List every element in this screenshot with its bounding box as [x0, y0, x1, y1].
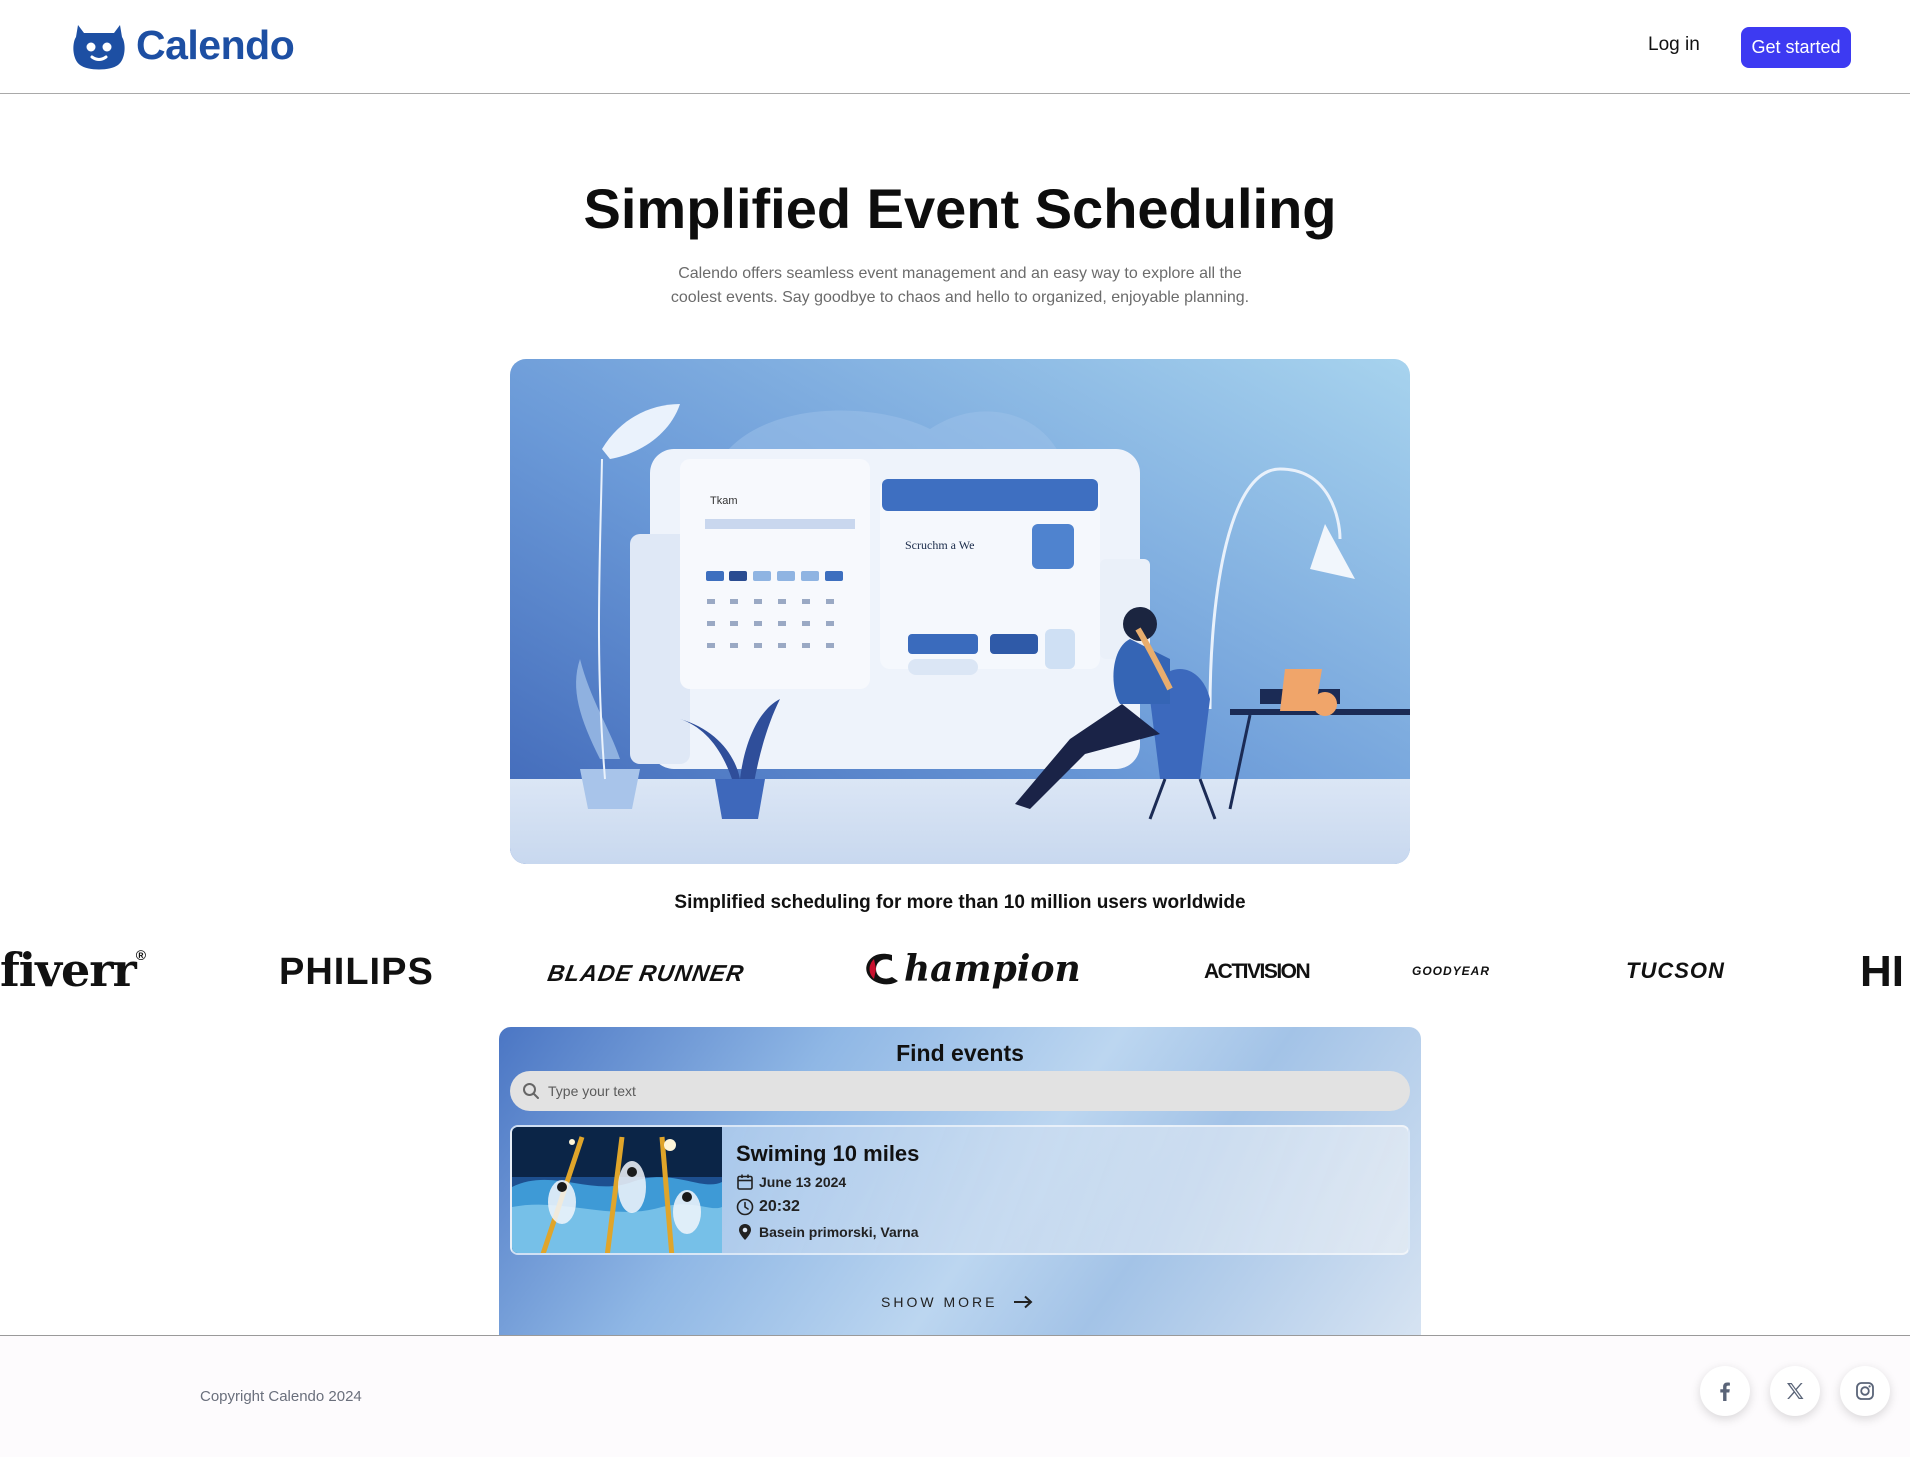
event-thumbnail	[512, 1127, 722, 1253]
champion-c-logo-icon	[866, 953, 898, 985]
copyright-text: Copyright Calendo 2024	[200, 1388, 362, 1405]
brand-champion-text: hampion	[904, 948, 1081, 990]
brand-logo-partial: HI	[1860, 947, 1904, 996]
brand-logo-goodyear: GOODYEAR	[1412, 964, 1491, 978]
hero-subtitle: Calendo offers seamless event management…	[670, 265, 1250, 306]
event-search-input[interactable]	[548, 1083, 1368, 1099]
brand-logo-fiverr: fiverr®	[0, 943, 146, 997]
event-date-row: June 13 2024	[736, 1173, 846, 1191]
illustration-label-left: Tkam	[710, 495, 738, 507]
search-icon	[523, 1083, 539, 1099]
logo-mascot-icon	[73, 25, 125, 70]
brand-logo-philips: PHILIPS	[279, 951, 434, 993]
calendar-icon	[737, 1174, 753, 1190]
x-twitter-link[interactable]	[1770, 1366, 1820, 1416]
event-location-row: Basein primorski, Varna	[736, 1223, 919, 1241]
event-time-row: 20:32	[736, 1198, 800, 1216]
illustration-label-right: Scruchm a We	[905, 538, 974, 552]
event-date: June 13 2024	[759, 1174, 847, 1190]
location-pin-icon	[739, 1224, 751, 1240]
brand-logo-activision: ACTIVISION	[1204, 960, 1311, 983]
footer: Copyright Calendo 2024	[0, 1335, 1910, 1457]
facebook-icon	[1720, 1382, 1730, 1401]
brand-logo[interactable]: Calendo	[70, 19, 295, 71]
show-more-button[interactable]: SHOW MORE	[881, 1294, 1033, 1310]
find-events-panel: Find events Swiming 10 miles	[499, 1027, 1421, 1335]
top-navbar: Calendo Log in Get started	[0, 0, 1910, 94]
registered-mark: ®	[135, 947, 146, 963]
arrow-right-icon	[1014, 1295, 1033, 1309]
brand-logo-blade-runner: BLADE RUNNER	[545, 960, 747, 986]
facebook-link[interactable]	[1700, 1366, 1750, 1416]
clock-icon	[736, 1198, 754, 1216]
login-link[interactable]: Log in	[1648, 34, 1700, 56]
event-location: Basein primorski, Varna	[759, 1224, 919, 1240]
hero-illustration: Tkam Scruchm a We	[510, 359, 1410, 864]
event-time: 20:32	[759, 1198, 800, 1215]
event-search-bar[interactable]	[510, 1071, 1410, 1111]
get-started-button[interactable]: Get started	[1741, 27, 1851, 68]
brand-name: Calendo	[136, 21, 295, 68]
find-events-title: Find events	[896, 1040, 1024, 1066]
instagram-icon	[1856, 1382, 1874, 1400]
hero-title: Simplified Event Scheduling	[583, 177, 1337, 240]
brand-logo-tucson: TUCSON	[1626, 958, 1725, 983]
event-title: Swiming 10 miles	[736, 1141, 920, 1166]
brand-logo-champion: hampion	[862, 948, 1081, 990]
users-count-line: Simplified scheduling for more than 10 m…	[674, 892, 1246, 913]
x-icon	[1787, 1383, 1804, 1399]
brand-fiverr-text: fiverr	[0, 943, 137, 997]
instagram-link[interactable]	[1840, 1366, 1890, 1416]
show-more-label: SHOW MORE	[881, 1294, 998, 1310]
event-card[interactable]: Swiming 10 miles June 13 2024 20:32 Base…	[510, 1125, 1410, 1255]
